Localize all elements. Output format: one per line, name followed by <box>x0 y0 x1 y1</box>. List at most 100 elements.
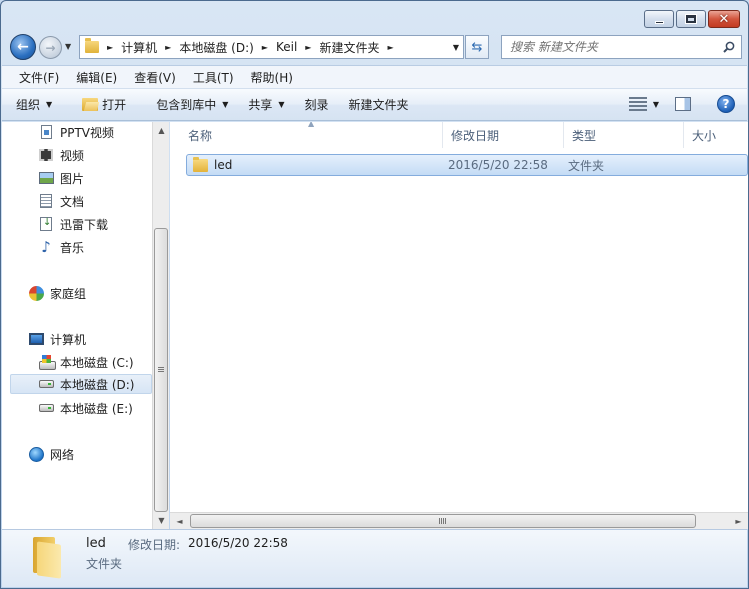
sidebar-item-label: 网络 <box>50 447 75 462</box>
menu-help[interactable]: 帮助(H) <box>242 69 301 86</box>
column-size[interactable]: 大小 <box>684 122 748 148</box>
chevron-right-icon[interactable]: ► <box>107 43 113 52</box>
sidebar-item-label: 文档 <box>60 194 85 209</box>
file-type: 文件夹 <box>568 158 605 173</box>
share-label: 共享 <box>248 98 273 112</box>
system-drive-icon <box>38 354 56 370</box>
open-folder-icon <box>82 98 99 111</box>
history-dropdown-icon[interactable]: ▼ <box>65 42 71 51</box>
column-modified-label: 修改日期 <box>451 128 500 143</box>
column-name[interactable]: ▲ 名称 <box>170 122 443 148</box>
details-modified-label: 修改日期: <box>128 538 181 552</box>
menu-edit[interactable]: 编辑(E) <box>67 69 125 86</box>
help-icon[interactable]: ? <box>717 95 735 113</box>
search-icon[interactable] <box>723 41 735 53</box>
view-options-icon[interactable] <box>628 97 647 111</box>
network-icon <box>28 446 44 462</box>
chevron-down-icon: ▼ <box>222 100 229 109</box>
include-library-label: 包含到库中 <box>156 98 217 112</box>
scroll-right-icon[interactable]: ► <box>730 513 747 530</box>
sidebar-item-music[interactable]: ♪ 音乐 <box>38 237 84 257</box>
organize-button[interactable]: 组织 ▼ <box>16 96 52 113</box>
folder-icon <box>85 38 99 53</box>
file-modified: 2016/5/20 22:58 <box>448 158 548 172</box>
maximize-button[interactable] <box>676 10 706 28</box>
sidebar-item-label: 视频 <box>60 148 85 163</box>
sidebar-item-label: 本地磁盘 (D:) <box>60 377 135 392</box>
navigation-bar: ← → ▼ ► 计算机 ► 本地磁盘 (D:) ► Keil ► 新建文件夹 ►… <box>9 34 742 60</box>
table-row[interactable]: led 2016/5/20 22:58 文件夹 <box>186 154 748 176</box>
include-library-button[interactable]: 包含到库中 ▼ <box>156 96 228 113</box>
computer-icon <box>28 331 44 347</box>
sidebar-item-label: 音乐 <box>60 240 85 255</box>
sidebar-item-network[interactable]: 网络 <box>28 444 74 464</box>
new-folder-label: 新建文件夹 <box>348 98 409 112</box>
sidebar-item-drive-c[interactable]: 本地磁盘 (C:) <box>38 352 134 372</box>
sidebar-item-drive-e[interactable]: 本地磁盘 (E:) <box>38 398 133 418</box>
document-icon <box>38 124 54 140</box>
chevron-right-icon[interactable]: ► <box>165 43 171 52</box>
sidebar-item-pptv[interactable]: PPTV视频 <box>38 122 114 142</box>
address-dropdown-icon[interactable]: ▼ <box>453 43 459 52</box>
sidebar-item-documents[interactable]: 文档 <box>38 191 84 211</box>
menu-file[interactable]: 文件(F) <box>10 69 67 86</box>
menu-view[interactable]: 查看(V) <box>125 69 184 86</box>
chevron-down-icon: ▼ <box>278 100 285 109</box>
music-icon: ♪ <box>41 237 51 256</box>
menu-tools[interactable]: 工具(T) <box>184 69 242 86</box>
search-box[interactable] <box>501 35 742 59</box>
sidebar-item-label: 图片 <box>60 171 85 186</box>
minimize-button[interactable] <box>644 10 674 28</box>
breadcrumb-computer[interactable]: 计算机 <box>121 39 157 56</box>
sidebar-item-thunder-downloads[interactable]: 迅雷下载 <box>38 214 108 234</box>
chevron-right-icon[interactable]: ► <box>305 43 311 52</box>
scroll-down-icon[interactable]: ▼ <box>153 512 170 529</box>
sidebar-item-label: 迅雷下载 <box>60 217 109 232</box>
sidebar-item-videos[interactable]: 视频 <box>38 145 84 165</box>
search-input[interactable] <box>510 40 710 54</box>
address-bar[interactable]: ► 计算机 ► 本地磁盘 (D:) ► Keil ► 新建文件夹 ► ▼ <box>79 35 464 59</box>
sidebar-item-label: 家庭组 <box>50 286 87 301</box>
horizontal-scrollbar[interactable]: ◄ ► <box>170 512 748 529</box>
sidebar-item-label: PPTV视频 <box>60 125 115 140</box>
column-modified[interactable]: 修改日期 <box>443 122 564 148</box>
grip-icon <box>158 367 164 373</box>
scrollbar-thumb[interactable] <box>190 514 696 528</box>
file-list: ▲ 名称 修改日期 类型 大小 led 2016/5/20 22:58 文件夹 <box>170 122 748 512</box>
scroll-left-icon[interactable]: ◄ <box>171 513 188 530</box>
navigation-scrollbar[interactable]: ▲ ▼ <box>152 122 169 529</box>
refresh-button[interactable]: ⇆ <box>465 35 489 59</box>
details-pane: led 修改日期: 2016/5/20 22:58 文件夹 <box>2 529 747 587</box>
breadcrumb-keil[interactable]: Keil <box>276 40 297 54</box>
details-name: led <box>86 536 106 551</box>
preview-pane-icon[interactable] <box>675 97 691 111</box>
sidebar-item-pictures[interactable]: 图片 <box>38 168 84 188</box>
chevron-down-icon: ▼ <box>46 100 53 109</box>
command-bar: 组织 ▼ 打开 包含到库中 ▼ 共享 ▼ 刻录 新建文件夹 ▼ ? <box>2 89 747 121</box>
sidebar-item-homegroup[interactable]: 家庭组 <box>28 283 86 303</box>
details-type: 文件夹 <box>86 557 123 571</box>
burn-button[interactable]: 刻录 <box>305 96 329 113</box>
scroll-up-icon[interactable]: ▲ <box>153 122 170 139</box>
share-button[interactable]: 共享 ▼ <box>248 96 284 113</box>
open-button[interactable]: 打开 <box>82 96 126 113</box>
sidebar-item-drive-d[interactable]: 本地磁盘 (D:) <box>10 374 152 394</box>
breadcrumb-new-folder[interactable]: 新建文件夹 <box>319 39 379 56</box>
sidebar-item-computer[interactable]: 计算机 <box>28 329 86 349</box>
chevron-down-icon[interactable]: ▼ <box>653 100 659 109</box>
navigation-pane: PPTV视频 视频 图片 文档 迅雷下载 ♪ 音乐 家庭组 计算机 <box>2 122 152 529</box>
new-folder-button[interactable]: 新建文件夹 <box>349 96 409 113</box>
grip-icon <box>439 518 447 524</box>
breadcrumb-drive-d[interactable]: 本地磁盘 (D:) <box>179 39 253 56</box>
burn-label: 刻录 <box>304 98 329 112</box>
drive-icon <box>38 376 54 392</box>
sidebar-item-label: 计算机 <box>50 332 87 347</box>
chevron-right-icon[interactable]: ► <box>262 43 268 52</box>
refresh-icon: ⇆ <box>471 39 483 55</box>
scrollbar-thumb[interactable] <box>154 228 168 512</box>
close-button[interactable]: ✕ <box>708 10 740 28</box>
back-button[interactable]: ← <box>10 34 36 60</box>
forward-button[interactable]: → <box>39 36 62 59</box>
column-type[interactable]: 类型 <box>564 122 684 148</box>
chevron-right-icon[interactable]: ► <box>387 43 393 52</box>
